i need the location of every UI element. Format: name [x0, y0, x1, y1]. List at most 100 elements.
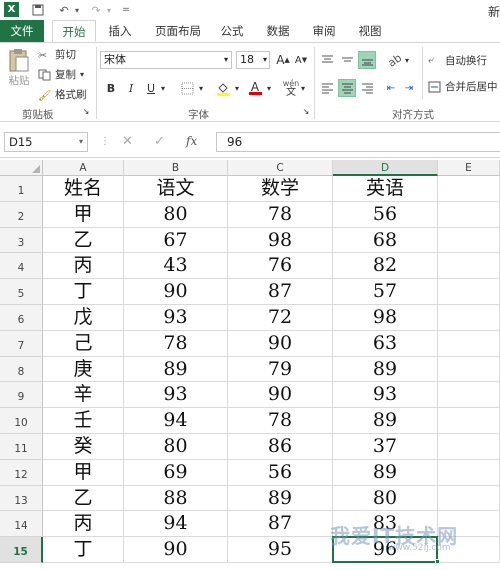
- table-cell[interactable]: 丁: [43, 279, 124, 305]
- undo-icon[interactable]: ↶: [56, 2, 72, 18]
- table-cell[interactable]: 94: [124, 511, 228, 538]
- borders-dropdown-icon[interactable]: ▾: [196, 79, 206, 97]
- table-cell[interactable]: 56: [333, 201, 438, 228]
- column-header[interactable]: C: [228, 160, 333, 176]
- table-cell[interactable]: 89: [228, 485, 333, 512]
- tab-review[interactable]: 审阅: [306, 20, 342, 42]
- bold-button[interactable]: B: [102, 79, 120, 97]
- table-cell[interactable]: 90: [228, 382, 333, 409]
- fill-color-dropdown-icon[interactable]: ▾: [232, 79, 242, 97]
- font-color-dropdown-icon[interactable]: ▾: [264, 79, 274, 97]
- cancel-icon[interactable]: ✕: [122, 134, 133, 149]
- tab-home[interactable]: 开始: [52, 20, 96, 42]
- row-header[interactable]: 15: [0, 537, 43, 563]
- undo-dropdown-icon[interactable]: ▾: [72, 2, 82, 18]
- row-header[interactable]: 2: [0, 201, 43, 228]
- table-cell[interactable]: 庚: [43, 356, 124, 383]
- row-header[interactable]: 12: [0, 459, 43, 486]
- table-cell[interactable]: 87: [228, 511, 333, 538]
- tab-page-layout[interactable]: 页面布局: [148, 20, 208, 42]
- row-header[interactable]: 3: [0, 227, 43, 254]
- table-cell[interactable]: 63: [333, 330, 438, 357]
- borders-button[interactable]: [178, 79, 196, 97]
- table-cell[interactable]: [438, 356, 500, 383]
- table-cell[interactable]: 甲: [43, 459, 124, 486]
- table-cell[interactable]: [438, 253, 500, 280]
- table-cell[interactable]: 78: [228, 408, 333, 434]
- align-middle-button[interactable]: [338, 51, 356, 69]
- tab-data[interactable]: 数据: [260, 20, 296, 42]
- wrap-text-button[interactable]: ⤶ 自动换行: [428, 53, 487, 68]
- table-cell[interactable]: 语文: [124, 176, 228, 202]
- table-cell[interactable]: 英语: [333, 176, 438, 202]
- row-header[interactable]: 6: [0, 305, 43, 331]
- table-cell[interactable]: 80: [333, 485, 438, 512]
- table-cell[interactable]: [438, 227, 500, 254]
- tab-formulas[interactable]: 公式: [214, 20, 250, 42]
- font-size-dropdown-icon[interactable]: ▾: [263, 52, 267, 68]
- name-box[interactable]: D15 ▾: [4, 132, 88, 152]
- row-header[interactable]: 8: [0, 356, 43, 383]
- underline-dropdown-icon[interactable]: ▾: [158, 79, 168, 97]
- table-cell[interactable]: 己: [43, 330, 124, 357]
- fill-handle[interactable]: [435, 559, 440, 564]
- table-cell[interactable]: [438, 485, 500, 512]
- copy-dropdown-icon[interactable]: ▾: [80, 70, 84, 79]
- italic-button[interactable]: I: [122, 79, 140, 97]
- table-cell[interactable]: [438, 408, 500, 434]
- align-left-button[interactable]: [318, 79, 336, 97]
- table-cell[interactable]: [438, 305, 500, 331]
- table-cell[interactable]: 94: [124, 408, 228, 434]
- clipboard-launcher-icon[interactable]: ↘: [80, 105, 92, 117]
- table-cell[interactable]: 80: [124, 434, 228, 460]
- row-header[interactable]: 1: [0, 176, 43, 202]
- row-header[interactable]: 11: [0, 434, 43, 460]
- table-cell[interactable]: 90: [124, 279, 228, 305]
- table-cell[interactable]: 87: [228, 279, 333, 305]
- row-header[interactable]: 10: [0, 408, 43, 434]
- font-color-button[interactable]: A: [246, 79, 264, 97]
- table-cell[interactable]: 90: [124, 537, 228, 563]
- table-cell[interactable]: 57: [333, 279, 438, 305]
- row-header[interactable]: 7: [0, 330, 43, 357]
- align-right-button[interactable]: [358, 79, 376, 97]
- table-cell[interactable]: 89: [333, 356, 438, 383]
- row-header[interactable]: 4: [0, 253, 43, 280]
- merge-center-button[interactable]: 合并后居中: [428, 79, 498, 94]
- increase-indent-button[interactable]: ⇥: [400, 79, 418, 97]
- table-cell[interactable]: 86: [228, 434, 333, 460]
- select-all-corner[interactable]: [0, 160, 43, 176]
- table-cell[interactable]: [438, 382, 500, 409]
- table-cell[interactable]: 90: [228, 330, 333, 357]
- table-cell[interactable]: 89: [333, 408, 438, 434]
- table-cell[interactable]: [438, 279, 500, 305]
- format-painter-button[interactable]: 🖌 格式刷: [38, 87, 87, 102]
- table-cell[interactable]: 78: [228, 201, 333, 228]
- table-cell[interactable]: 56: [228, 459, 333, 486]
- enter-icon[interactable]: ✓: [154, 134, 165, 149]
- table-cell[interactable]: 癸: [43, 434, 124, 460]
- table-cell[interactable]: [438, 201, 500, 228]
- redo-icon[interactable]: ↷: [88, 2, 104, 18]
- table-cell[interactable]: 80: [124, 201, 228, 228]
- table-cell[interactable]: 89: [124, 356, 228, 383]
- table-cell[interactable]: [438, 434, 500, 460]
- orientation-dropdown-icon[interactable]: ▾: [402, 51, 412, 69]
- decrease-indent-button[interactable]: ⇤: [382, 79, 400, 97]
- table-cell[interactable]: [438, 330, 500, 357]
- table-cell[interactable]: 姓名: [43, 176, 124, 202]
- table-cell[interactable]: 43: [124, 253, 228, 280]
- table-cell[interactable]: 93: [333, 382, 438, 409]
- formula-input[interactable]: 96: [216, 132, 500, 152]
- table-cell[interactable]: 79: [228, 356, 333, 383]
- name-box-dropdown-icon[interactable]: ▾: [79, 133, 83, 151]
- table-cell[interactable]: 93: [124, 382, 228, 409]
- column-header[interactable]: A: [43, 160, 124, 176]
- cut-button[interactable]: ✂ 剪切: [38, 47, 76, 62]
- table-cell[interactable]: [438, 459, 500, 486]
- column-header[interactable]: D: [333, 160, 438, 176]
- tab-insert[interactable]: 插入: [100, 20, 140, 42]
- font-size-box[interactable]: 18 ▾: [236, 51, 270, 69]
- table-cell[interactable]: 72: [228, 305, 333, 331]
- table-cell[interactable]: 98: [333, 305, 438, 331]
